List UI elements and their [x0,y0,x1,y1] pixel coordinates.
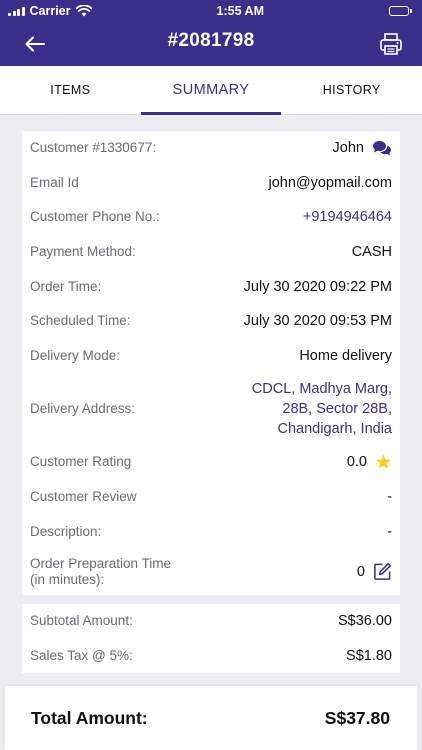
signal-icon [8,6,25,16]
printer-icon [380,33,402,55]
payment-row: Payment Method: CASH [30,235,392,270]
rating-label: Customer Rating [30,454,132,470]
delivery-address-link[interactable]: CDCL, Madhya Marg, 28B, Sector 28B, Chan… [252,379,392,439]
address-line-1: CDCL, Madhya Marg, [251,381,392,398]
amounts-card: Subtotal Amount: S$36.00 Sales Tax @ 5%:… [22,603,400,674]
order-time-value: July 30 2020 09:22 PM [243,278,392,295]
order-time-row: Order Time: July 30 2020 09:22 PM [30,269,392,304]
phone-label: Customer Phone No.: [30,209,160,225]
rating-number: 0.0 [346,454,367,471]
rating-row: Customer Rating 0.0 [30,445,392,480]
delivery-mode-row: Delivery Mode: Home delivery [30,339,392,374]
review-row: Customer Review - [30,480,392,515]
review-label: Customer Review [30,489,137,505]
customer-name: John [332,140,364,157]
prep-time-value: 0 [357,562,392,582]
prep-time-label: Order Preparation Time (in minutes): [30,556,171,588]
scheduled-time-row: Scheduled Time: July 30 2020 09:53 PM [30,304,392,339]
wifi-icon [75,5,92,17]
tax-label: Sales Tax @ 5%: [30,647,133,663]
rating-value: 0.0 [347,452,392,472]
scheduled-time-value: July 30 2020 09:53 PM [243,313,392,330]
back-button[interactable] [18,27,52,61]
payment-label: Payment Method: [30,244,136,260]
order-time-label: Order Time: [30,278,102,294]
email-value: john@yopmail.com [268,174,392,191]
address-line-2: 28B, Sector 28B, [282,401,392,418]
prep-time-label-line2: (in minutes): [30,571,105,587]
subtotal-value: S$36.00 [337,613,392,630]
chat-icon[interactable] [372,139,392,157]
tab-history[interactable]: HISTORY [281,66,422,114]
description-value: - [387,523,392,540]
review-value: - [387,489,392,506]
delivery-address-label: Delivery Address: [30,401,136,417]
customer-value: John [333,138,392,158]
prep-time-label-line1: Order Preparation Time [30,555,172,571]
prep-time-number: 0 [356,563,365,580]
tax-value: S$1.80 [346,647,392,664]
subtotal-row: Subtotal Amount: S$36.00 [30,604,392,639]
phone-link[interactable]: +9194946464 [303,207,392,227]
order-details-card: Customer #1330677: John Email Id john@yo… [22,131,400,595]
status-left: Carrier [8,4,92,18]
address-line-3: Chandigarh, India [277,421,392,438]
print-button[interactable] [374,27,408,61]
prep-time-row: Order Preparation Time (in minutes): 0 [30,549,392,595]
status-time: 1:55 AM [216,4,264,18]
delivery-mode-label: Delivery Mode: [30,347,121,363]
edit-icon[interactable] [373,562,392,581]
tab-items[interactable]: ITEMS [0,66,141,114]
phone-row: Customer Phone No.: +9194946464 [30,200,392,235]
email-label: Email Id [30,174,79,190]
description-row: Description: - [30,514,392,549]
status-bar: Carrier 1:55 AM [0,0,422,22]
description-label: Description: [30,523,102,539]
star-icon [376,455,391,470]
arrow-left-icon [25,36,45,52]
tax-row: Sales Tax @ 5%: S$1.80 [30,639,392,674]
total-label: Total Amount: [31,707,148,728]
email-row: Email Id john@yopmail.com [30,166,392,201]
nav-bar [0,22,422,66]
subtotal-label: Subtotal Amount: [30,613,133,629]
customer-row: Customer #1330677: John [30,131,392,166]
delivery-address-row: Delivery Address: CDCL, Madhya Marg, 28B… [30,373,392,445]
delivery-mode-value: Home delivery [299,347,392,364]
tab-summary[interactable]: SUMMARY [140,66,282,115]
tab-bar: ITEMS SUMMARY HISTORY [0,66,422,115]
total-bar: Total Amount: S$37.80 [5,686,417,750]
payment-value: CASH [351,244,392,261]
app-header: Carrier 1:55 AM #2081798 [0,0,422,66]
total-value: S$37.80 [324,707,390,728]
battery-icon [389,6,412,16]
customer-label: Customer #1330677: [30,140,157,156]
carrier-label: Carrier [29,4,71,18]
scheduled-time-label: Scheduled Time: [30,313,131,329]
